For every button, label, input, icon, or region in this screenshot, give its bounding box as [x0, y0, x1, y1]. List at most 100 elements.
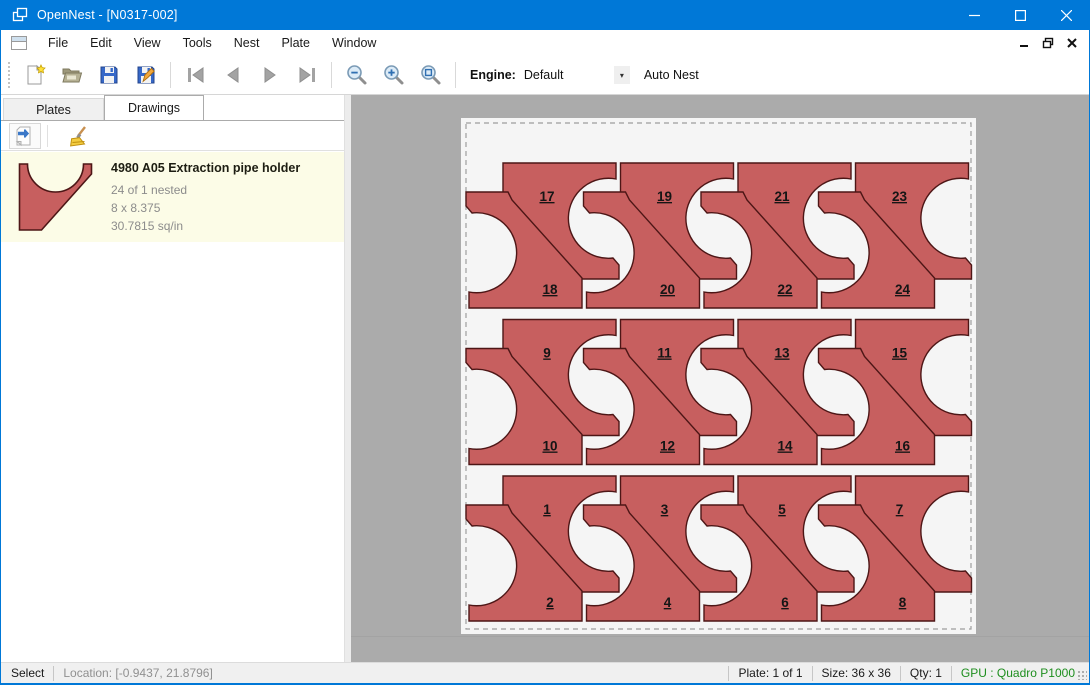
- menu-edit[interactable]: Edit: [79, 32, 123, 54]
- app-icon: [11, 6, 29, 24]
- toolbar-separator: [331, 62, 332, 88]
- drawing-area: 30.7815 sq/in: [111, 217, 300, 235]
- engine-label: Engine:: [470, 68, 516, 82]
- part-label-20: 20: [660, 282, 675, 297]
- toolbar-separator: [170, 62, 171, 88]
- nest-layout: 171819202122232491011121314151612345678: [461, 118, 976, 634]
- status-separator: [53, 666, 54, 681]
- go-first-button[interactable]: [179, 60, 213, 90]
- part-label-19: 19: [657, 189, 672, 204]
- part-label-9: 9: [543, 346, 551, 361]
- drawing-title: 4980 A05 Extraction pipe holder: [111, 161, 300, 175]
- status-separator: [812, 666, 813, 681]
- part-label-15: 15: [892, 346, 908, 361]
- go-previous-button[interactable]: [216, 60, 250, 90]
- clean-button[interactable]: [62, 123, 94, 149]
- nest-canvas[interactable]: 171819202122232491011121314151612345678: [351, 95, 1089, 662]
- status-bar: Select Location: [-0.9437, 21.8796] Plat…: [1, 662, 1089, 685]
- tab-plates[interactable]: Plates: [3, 98, 104, 120]
- close-icon: [1061, 10, 1072, 21]
- part-label-5: 5: [778, 502, 786, 517]
- zoom-in-icon: [382, 63, 406, 87]
- part-label-4: 4: [664, 595, 672, 610]
- save-as-button[interactable]: [129, 60, 163, 90]
- menu-window[interactable]: Window: [321, 32, 387, 54]
- open-button[interactable]: [55, 60, 89, 90]
- part-label-21: 21: [774, 189, 790, 204]
- part-label-12: 12: [660, 439, 675, 454]
- menu-nest[interactable]: Nest: [223, 32, 271, 54]
- toolbar-separator: [455, 62, 456, 88]
- menu-view[interactable]: View: [123, 32, 172, 54]
- status-size: Size: 36 x 36: [822, 666, 891, 680]
- go-last-icon: [295, 63, 319, 87]
- mdi-minimize-button[interactable]: [1015, 35, 1033, 51]
- part-label-16: 16: [895, 439, 911, 454]
- tab-strip: Plates Drawings: [1, 95, 344, 120]
- window-title: OpenNest - [N0317-002]: [37, 8, 178, 22]
- menu-bar: File Edit View Tools Nest Plate Window: [1, 30, 1089, 56]
- mdi-minimize-icon: [1019, 38, 1029, 48]
- drawing-list-item[interactable]: 4980 A05 Extraction pipe holder 24 of 1 …: [1, 152, 344, 242]
- status-qty: Qty: 1: [910, 666, 942, 680]
- maximize-button[interactable]: [997, 0, 1043, 30]
- mdi-close-icon: [1067, 38, 1077, 48]
- zoom-fit-button[interactable]: [414, 60, 448, 90]
- mdi-close-button[interactable]: [1063, 35, 1081, 51]
- mdi-document-icon[interactable]: [11, 36, 27, 50]
- save-icon: [97, 63, 121, 87]
- status-location: Location: [-0.9437, 21.8796]: [63, 666, 212, 680]
- app-window: OpenNest - [N0317-002] File Edit View To…: [0, 0, 1090, 685]
- main-toolbar: Engine: Default ▾ Auto Nest: [1, 56, 1089, 95]
- minimize-button[interactable]: [951, 0, 997, 30]
- go-previous-icon: [221, 63, 245, 87]
- go-first-icon: [184, 63, 208, 87]
- part-label-11: 11: [657, 346, 672, 361]
- drawing-size: 8 x 8.375: [111, 199, 300, 217]
- menu-tools[interactable]: Tools: [172, 32, 223, 54]
- mdi-restore-button[interactable]: [1039, 35, 1057, 51]
- main-area: Plates Drawings: [1, 95, 1089, 662]
- tab-drawings[interactable]: Drawings: [104, 95, 204, 120]
- engine-combobox[interactable]: Default ▾: [522, 63, 630, 87]
- status-separator: [951, 666, 952, 681]
- status-separator: [900, 666, 901, 681]
- part-label-10: 10: [542, 439, 557, 454]
- open-folder-icon: [60, 63, 84, 87]
- new-button[interactable]: [18, 60, 52, 90]
- part-label-6: 6: [781, 595, 789, 610]
- resize-grip[interactable]: [1077, 670, 1087, 680]
- menu-file[interactable]: File: [37, 32, 79, 54]
- zoom-fit-icon: [419, 63, 443, 87]
- plate-sheet: 171819202122232491011121314151612345678: [461, 118, 976, 634]
- auto-nest-label[interactable]: Auto Nest: [644, 68, 699, 82]
- part-label-2: 2: [546, 595, 554, 610]
- zoom-out-button[interactable]: [340, 60, 374, 90]
- drawings-toolbar: [1, 121, 344, 151]
- go-last-button[interactable]: [290, 60, 324, 90]
- mdi-restore-icon: [1042, 37, 1054, 49]
- menu-plate[interactable]: Plate: [270, 32, 321, 54]
- save-as-icon: [134, 63, 158, 87]
- broom-icon: [66, 124, 90, 148]
- part-label-23: 23: [892, 189, 908, 204]
- close-button[interactable]: [1043, 0, 1089, 30]
- part-label-18: 18: [542, 282, 558, 297]
- panel-toolbar-separator: [47, 125, 48, 147]
- maximize-icon: [1015, 10, 1026, 21]
- panel-splitter[interactable]: [344, 95, 351, 662]
- engine-value: Default: [522, 68, 614, 82]
- zoom-out-icon: [345, 63, 369, 87]
- status-mode: Select: [11, 666, 44, 680]
- part-label-24: 24: [895, 282, 911, 297]
- save-button[interactable]: [92, 60, 126, 90]
- part-label-17: 17: [539, 189, 554, 204]
- status-gpu: GPU : Quadro P1000: [961, 666, 1075, 680]
- minimize-icon: [969, 10, 980, 21]
- remove-drawing-button[interactable]: [9, 123, 41, 149]
- toolbar-grip[interactable]: [7, 62, 12, 88]
- chevron-down-icon[interactable]: ▾: [614, 66, 630, 84]
- part-label-8: 8: [899, 595, 907, 610]
- zoom-in-button[interactable]: [377, 60, 411, 90]
- go-next-button[interactable]: [253, 60, 287, 90]
